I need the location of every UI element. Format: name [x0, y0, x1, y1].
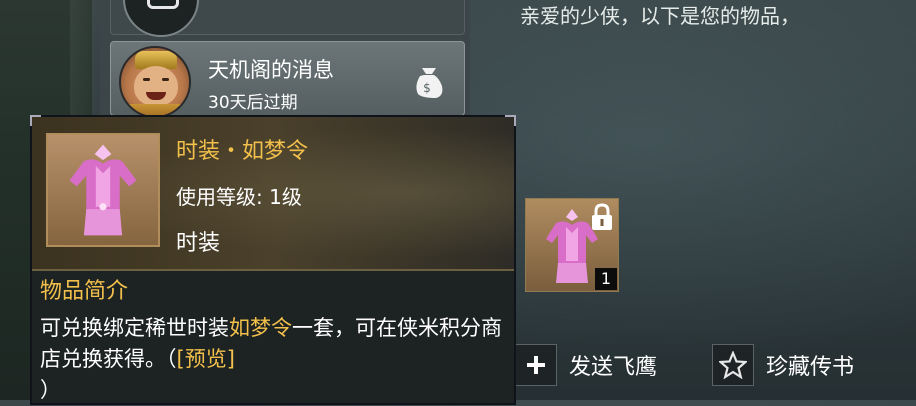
plus-icon	[515, 344, 557, 386]
mail-greeting-text: 亲爱的少侠，以下是您的物品，	[520, 4, 800, 28]
mail-expire-text: 30天后过期	[208, 93, 298, 113]
desc-text-3: ）	[40, 378, 61, 402]
attachment-item-slot[interactable]: 1	[525, 198, 619, 292]
mail-cover-icon	[123, 0, 199, 37]
desc-text-1: 可兑换绑定稀世时装	[40, 316, 229, 340]
tooltip-description: 可兑换绑定稀世时装如梦令一套，可在侠米积分商店兑换获得。（[预览]）	[40, 313, 505, 406]
lock-icon	[592, 203, 612, 230]
send-eagle-button[interactable]: 发送飞鹰	[515, 342, 657, 388]
tooltip-item-type: 时装	[176, 231, 221, 256]
svg-text:$: $	[423, 81, 431, 95]
favorite-mail-button[interactable]: 珍藏传书	[712, 342, 854, 388]
tooltip-item-level: 使用等级: 1级	[176, 185, 302, 209]
tooltip-item-icon	[46, 133, 160, 247]
tooltip-description-title: 物品简介	[40, 279, 129, 304]
star-icon	[712, 344, 754, 386]
mail-title: 天机阁的消息	[208, 58, 334, 82]
merchant-avatar	[119, 46, 191, 118]
desc-highlight: 如梦令	[229, 316, 292, 340]
tooltip-header: 时装・如梦令 使用等级: 1级 时装	[32, 117, 514, 271]
money-bag-icon: $	[416, 68, 443, 98]
mail-item-selected[interactable]: 天机阁的消息 30天后过期 $	[110, 41, 465, 118]
favorite-mail-label: 珍藏传书	[766, 355, 855, 380]
send-eagle-label: 发送飞鹰	[569, 355, 658, 380]
mail-item-previous[interactable]	[110, 0, 465, 37]
mail-action-bar: 发送飞鹰 珍藏传书	[515, 342, 916, 400]
preview-link[interactable]: [预览]	[177, 347, 235, 371]
item-quantity: 1	[595, 268, 617, 290]
pink-costume-icon	[69, 144, 137, 236]
item-tooltip: 时装・如梦令 使用等级: 1级 时装 物品简介 可兑换绑定稀世时装如梦令一套，可…	[30, 115, 516, 405]
tooltip-item-name: 时装・如梦令	[176, 139, 309, 164]
